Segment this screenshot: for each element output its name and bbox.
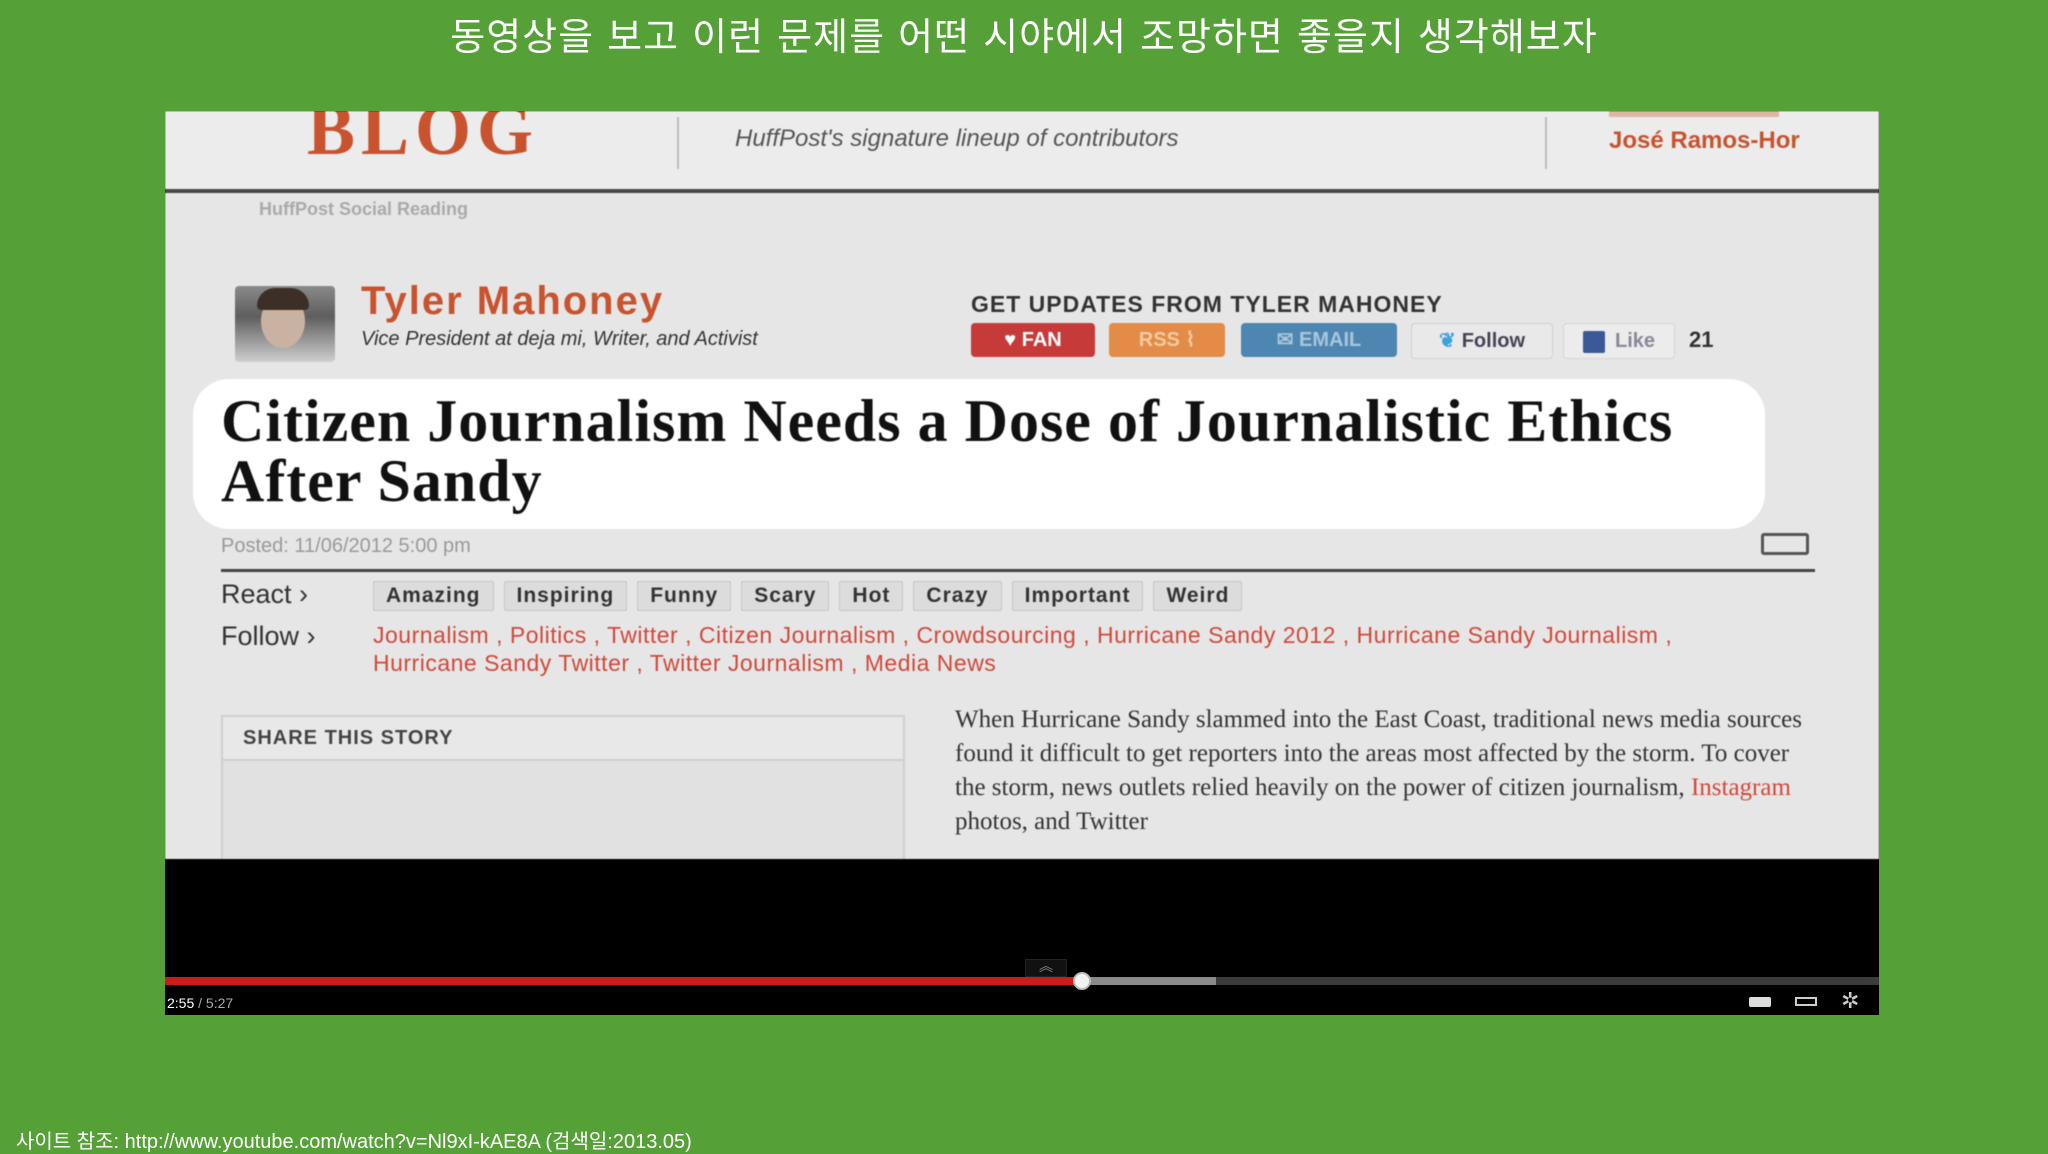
header-divider <box>1545 117 1547 169</box>
article-body: When Hurricane Sandy slammed into the Ea… <box>955 703 1825 839</box>
blog-header: BLOG HuffPost's signature lineup of cont… <box>165 111 1879 193</box>
chevron-up-icon[interactable]: ︽ <box>1025 959 1067 977</box>
react-chip: Weird <box>1153 581 1243 611</box>
header-subtitle: HuffPost's signature lineup of contribut… <box>735 125 1179 152</box>
email-button: ✉ EMAIL <box>1241 323 1397 357</box>
react-label: React › <box>221 579 309 609</box>
facebook-like-button: Like <box>1563 323 1675 359</box>
react-chip: Amazing <box>373 581 494 611</box>
header-divider <box>677 117 679 169</box>
settings-gear-icon[interactable]: ✲ <box>1841 991 1865 1013</box>
progress-bar[interactable] <box>165 972 1879 990</box>
react-chip: Crazy <box>913 581 1002 611</box>
twitter-follow-button: ❦ Follow <box>1411 323 1553 359</box>
scrubber-handle[interactable] <box>1072 972 1091 990</box>
author-avatar <box>235 286 335 362</box>
breadcrumb: HuffPost Social Reading <box>259 199 469 219</box>
time-separator: / <box>198 995 203 1011</box>
progress-played <box>165 977 1082 985</box>
header-right-cropped <box>1609 111 1779 117</box>
share-header: SHARE THIS STORY <box>223 717 903 761</box>
follow-label: Follow › <box>221 621 316 651</box>
print-icon <box>1761 533 1809 555</box>
share-title: SHARE THIS STORY <box>243 727 454 749</box>
captions-icon[interactable] <box>1749 993 1771 1011</box>
article-link: Instagram <box>1690 774 1791 801</box>
player-size-icon[interactable] <box>1795 993 1817 1011</box>
divider <box>221 569 1815 572</box>
slide-title: 동영상을 보고 이런 문제를 어떤 시야에서 조망하면 좋을지 생각해보자 <box>450 15 1598 59</box>
author-name: Tyler Mahoney <box>361 279 665 323</box>
share-box: SHARE THIS STORY <box>221 715 905 859</box>
fan-button-label: FAN <box>1021 329 1062 351</box>
react-chip: Inspiring <box>503 581 628 611</box>
video-frame[interactable]: BLOG HuffPost's signature lineup of cont… <box>165 111 1879 859</box>
article-headline: Citizen Journalism Needs a Dose of Journ… <box>221 388 1674 514</box>
blog-logo: BLOG <box>307 111 540 170</box>
time-display: 2:55 / 5:27 <box>167 995 233 1011</box>
follow-button-label: Follow <box>1461 330 1526 352</box>
author-role: Vice President at deja mi, Writer, and A… <box>361 328 758 350</box>
follow-tags: Journalism , Politics , Twitter , Citize… <box>373 622 1673 676</box>
facebook-icon <box>1582 330 1605 353</box>
email-button-label: EMAIL <box>1299 329 1362 351</box>
rss-button-label: RSS <box>1138 329 1180 351</box>
react-chips: Amazing Inspiring Funny Scary Hot Crazy … <box>373 581 1243 611</box>
video-player[interactable]: BLOG HuffPost's signature lineup of cont… <box>165 111 1879 1015</box>
article-tail: photos, and Twitter <box>955 808 1148 835</box>
duration: 5:27 <box>205 995 234 1011</box>
like-count: 21 <box>1689 327 1714 352</box>
fan-button: ♥ FAN <box>971 323 1095 357</box>
react-chip: Scary <box>741 581 830 611</box>
react-chip: Hot <box>839 581 904 611</box>
header-contributor-name: José Ramos-Hor <box>1609 127 1800 154</box>
current-time: 2:55 <box>167 995 195 1011</box>
rss-button: RSS ⌇ <box>1109 323 1225 357</box>
like-button-label: Like <box>1614 330 1656 352</box>
source-reference: 사이트 참조: http://www.youtube.com/watch?v=N… <box>16 1131 692 1153</box>
posted-date: Posted: 11/06/2012 5:00 pm <box>221 535 471 557</box>
twitter-bird-icon: ❦ <box>1438 330 1456 352</box>
react-chip: Important <box>1011 581 1144 611</box>
updates-title: GET UPDATES FROM TYLER MAHONEY <box>971 291 1443 317</box>
react-chip: Funny <box>637 581 732 611</box>
article-text: When Hurricane Sandy slammed into the Ea… <box>955 706 1802 801</box>
